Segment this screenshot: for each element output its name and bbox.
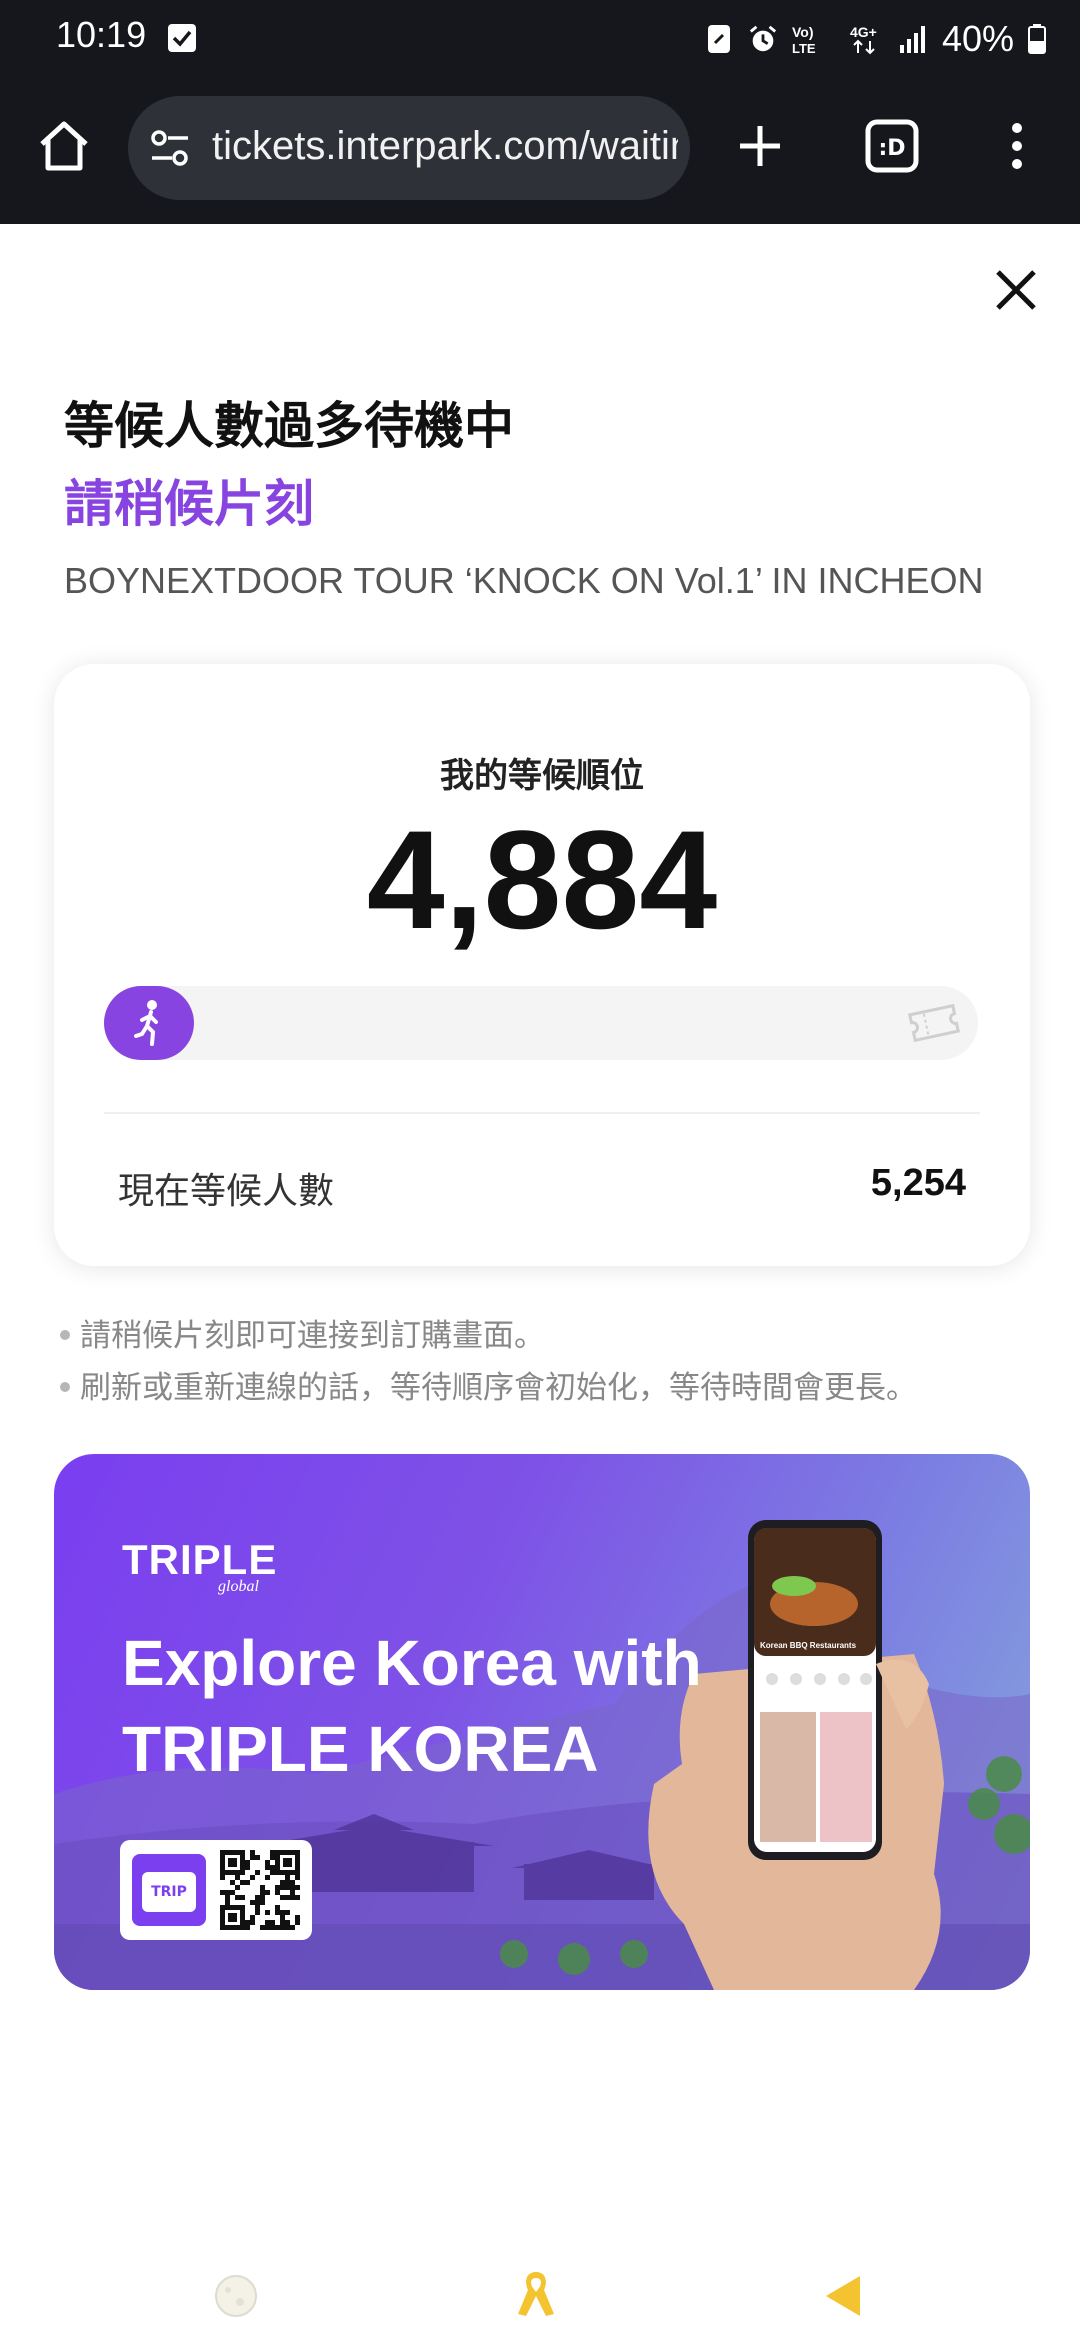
triple-logo-sub: global	[218, 1578, 259, 1595]
notice-list: 請稍候片刻即可連接到訂購畫面。 刷新或重新連線的話，等待順序會初始化，等待時間會…	[60, 1310, 917, 1414]
tab-switcher-icon[interactable]: :D	[864, 118, 920, 174]
nfc-icon	[707, 25, 730, 53]
queue-progress-bar	[104, 986, 978, 1060]
svg-text:LTE: LTE	[792, 41, 816, 55]
close-icon[interactable]	[988, 262, 1044, 318]
bullet-icon	[60, 1329, 70, 1340]
current-waiting-label: 現在等候人數	[118, 1171, 335, 1212]
queue-progress-fill	[104, 986, 194, 1060]
queue-position-label: 我的等候順位	[440, 756, 644, 796]
svg-text:Vo): Vo)	[792, 24, 814, 40]
headline-line: TRIPLE KOREA	[122, 1713, 599, 1785]
home-icon[interactable]	[34, 116, 94, 176]
data-4g-icon: 4G+	[850, 24, 877, 55]
url-bar[interactable]: tickets.interpark.com/waiting	[128, 96, 690, 200]
notice-text: 請稍候片刻即可連接到訂購畫面。	[80, 1318, 545, 1354]
back-triangle-icon[interactable]	[820, 2272, 866, 2320]
trip-badge-label: TRIP	[142, 1872, 196, 1912]
svg-text:4G+: 4G+	[850, 24, 877, 40]
banner-headline: Explore Korea with TRIPLE KOREA	[122, 1620, 742, 1792]
checkbox-notification-icon	[168, 24, 196, 52]
browser-toolbar: tickets.interpark.com/waiting :D	[0, 82, 1080, 224]
ticket-icon	[907, 1003, 961, 1043]
moon-icon[interactable]	[212, 2272, 260, 2320]
phone-screen-title: Korean BBQ Restaurants	[760, 1641, 857, 1650]
queue-position-value: 4,884	[366, 801, 718, 958]
site-settings-icon[interactable]	[150, 130, 190, 166]
queue-card: 我的等候順位 4,884 現在等候人數 5,254	[54, 664, 1030, 1266]
system-nav-bar	[0, 2228, 1080, 2340]
qr-code-icon	[220, 1850, 300, 1930]
battery-icon	[1028, 24, 1046, 54]
volte-icon: Vo)LTE	[792, 24, 816, 55]
status-icons: Vo) LTE 4G+ 40%	[704, 14, 1046, 64]
more-options-icon[interactable]	[1000, 118, 1034, 174]
page-subtitle: 請稍候片刻	[64, 475, 314, 533]
notice-item: 刷新或重新連線的話，等待順序會初始化，等待時間會更長。	[60, 1362, 917, 1414]
divider	[104, 1112, 980, 1114]
signal-icon	[899, 26, 925, 53]
url-text: tickets.interpark.com/waiting	[212, 124, 678, 168]
bullet-icon	[60, 1381, 70, 1392]
app-download-box[interactable]: TRIP	[120, 1840, 312, 1940]
event-name: BOYNEXTDOOR TOUR ‘KNOCK ON Vol.1’ IN INC…	[64, 560, 984, 601]
alarm-icon	[749, 25, 777, 52]
ribbon-icon[interactable]	[512, 2268, 560, 2322]
page-title: 等候人數過多待機中	[64, 397, 514, 455]
status-time: 10:19	[56, 14, 147, 55]
trip-app-icon: TRIP	[132, 1854, 206, 1926]
battery-percent: 40%	[941, 18, 1014, 59]
triple-logo-text: TRIPLE	[122, 1536, 278, 1583]
walking-person-icon	[134, 1000, 158, 1046]
triple-korea-banner[interactable]: Korean BBQ Restaurants TRIPLE global Exp…	[54, 1454, 1030, 1990]
headline-line: Explore Korea with	[122, 1627, 702, 1699]
phone-mockup: Korean BBQ Restaurants	[748, 1520, 882, 1860]
notice-item: 請稍候片刻即可連接到訂購畫面。	[60, 1310, 917, 1362]
svg-text::D: :D	[878, 136, 905, 161]
current-waiting-count: 5,254	[870, 1162, 966, 1204]
notice-text: 刷新或重新連線的話，等待順序會初始化，等待時間會更長。	[80, 1370, 917, 1406]
new-tab-icon[interactable]	[730, 116, 790, 176]
status-bar: 10:19 Vo) LTE 4G+ 40%	[0, 0, 1080, 82]
